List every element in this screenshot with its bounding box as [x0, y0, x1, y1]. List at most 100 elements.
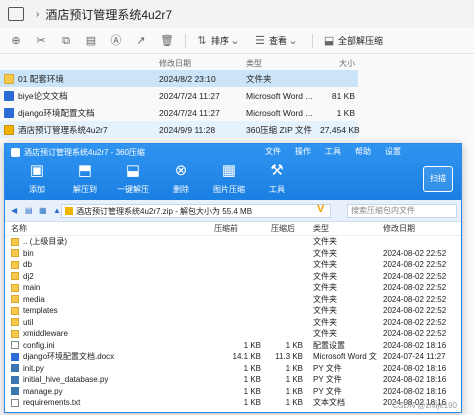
archive-item-original: 1 KB — [285, 363, 303, 373]
scan-button[interactable]: 扫描 — [423, 166, 453, 192]
watermark: CSDN @zhiije190 — [392, 401, 457, 410]
archive-row[interactable]: templates 文件夹 2024-08-02 22:52 — [5, 305, 461, 317]
cut-icon: ✂ — [36, 34, 46, 47]
archive-row[interactable]: media 文件夹 2024-08-02 22:52 — [5, 294, 461, 306]
new-button[interactable]: ⊕ — [10, 35, 25, 47]
archive-row[interactable]: bin 文件夹 2024-08-02 22:52 — [5, 248, 461, 260]
archive-item-type: 文件夹 — [313, 283, 337, 293]
back-arrow-icon[interactable]: ◀ — [11, 206, 19, 215]
column-type[interactable]: 类型 — [242, 58, 320, 69]
archive-row[interactable]: .. (上级目录) 文件夹 — [5, 236, 461, 248]
archive-item-compressed: 1 KB — [243, 340, 261, 350]
zip-archive-window: 酒店预订管理系统4u2r7 - 360压缩 文件 操作 工具 帮助 设置 ▣ 添… — [4, 143, 462, 413]
folder-icon — [11, 306, 19, 315]
archive-row[interactable]: django环境配置文档.docx 14.1 KB 11.3 KB Microsoft… — [5, 351, 461, 363]
file-row[interactable]: 01 配套环境 2024/8/2 23:10 文件夹 — [0, 70, 358, 87]
paste-button[interactable]: ▤ — [85, 35, 100, 47]
tools-button[interactable]: ⚒ 工具 — [253, 162, 301, 195]
up-level-icon[interactable]: ▲ — [53, 206, 61, 215]
add-button[interactable]: ▣ 添加 — [13, 162, 61, 195]
extract-to-button[interactable]: ⬒ 解压到 — [61, 162, 109, 195]
archive-item-type: PY 文件 — [313, 386, 342, 396]
delete-button[interactable]: 🗑 — [160, 35, 175, 47]
archive-row[interactable]: init.py 1 KB 1 KB PY 文件 2024-08-02 18:16 — [5, 363, 461, 375]
menu-file[interactable]: 文件 — [265, 146, 281, 157]
column-original[interactable]: 压缩后 — [265, 223, 307, 234]
file-date: 2024/7/24 11:27 — [159, 90, 220, 101]
archive-item-name: bin — [23, 248, 34, 258]
view-icon: ☰ — [255, 34, 265, 47]
archive-item-original: 1 KB — [285, 386, 303, 396]
archive-item-type: 文件夹 — [313, 260, 337, 270]
cut-button[interactable]: ✂ — [35, 35, 50, 47]
file-size: 27,454 KB — [320, 124, 360, 135]
menu-operation[interactable]: 操作 — [295, 146, 311, 157]
grid-view-icon[interactable]: ▦ — [39, 206, 47, 215]
zip-icon — [65, 207, 73, 215]
folder-icon — [11, 260, 19, 269]
column-date[interactable]: 修改日期 — [377, 223, 461, 234]
archive-item-original: 1 KB — [285, 398, 303, 408]
rename-button[interactable]: Ⓐ — [110, 35, 125, 47]
window-icon[interactable] — [8, 7, 24, 21]
image-compress-button[interactable]: ▦ 图片压缩 — [205, 162, 253, 195]
one-click-extract-button[interactable]: ⬓ 一键解压 — [109, 162, 157, 195]
file-size: 1 KB — [336, 107, 355, 118]
tools-icon: ⚒ — [270, 162, 284, 179]
sort-icon: ⇅ — [197, 34, 207, 47]
archive-row[interactable]: xmiddleware 文件夹 2024-08-02 22:52 — [5, 328, 461, 340]
archive-item-compressed: 1 KB — [243, 398, 261, 408]
archive-item-name: util — [23, 317, 34, 327]
archive-item-date: 2024-08-02 22:52 — [383, 260, 447, 270]
up-folder-icon — [11, 237, 19, 246]
archive-path-field[interactable]: 酒店预订管理系统4u2r7.zip - 解包大小为 55.4 MB — [61, 204, 331, 218]
share-button[interactable]: ↗ — [135, 35, 150, 47]
column-size[interactable]: 大小 — [320, 58, 358, 69]
list-view-icon[interactable]: ▤ — [25, 206, 33, 215]
file-icon — [11, 398, 19, 407]
archive-row[interactable]: dj2 文件夹 2024-08-02 22:52 — [5, 271, 461, 283]
extract-all-button[interactable]: ⬓ 全部解压缩 — [323, 34, 383, 47]
paste-icon: ▤ — [85, 34, 97, 47]
archive-row[interactable]: main 文件夹 2024-08-02 22:52 — [5, 282, 461, 294]
archive-row[interactable]: db 文件夹 2024-08-02 22:52 — [5, 259, 461, 271]
dropdown-v-icon[interactable]: V — [317, 203, 324, 215]
file-name: 酒店预订管理系统4u2r7 — [18, 124, 108, 135]
zip-title: 酒店预订管理系统4u2r7 - 360压缩 — [24, 147, 145, 157]
delete-button[interactable]: ⊗ 删除 — [157, 162, 205, 195]
archive-item-name: db — [23, 260, 32, 270]
chevron-down-icon: ⌄ — [230, 34, 240, 47]
folder-icon — [11, 249, 19, 258]
archive-search-input[interactable]: 搜索压缩包内文件 — [347, 204, 457, 218]
menu-settings[interactable]: 设置 — [385, 146, 401, 157]
file-type: 360压缩 ZIP 文件 — [246, 124, 312, 135]
column-type[interactable]: 类型 — [307, 223, 377, 234]
file-date: 2024/7/24 11:27 — [159, 107, 220, 118]
folder-icon — [11, 329, 19, 338]
view-button[interactable]: ☰ 查看 ⌄ — [254, 34, 302, 47]
archive-item-name: dj2 — [23, 271, 34, 281]
column-name[interactable]: 名称 — [5, 223, 208, 234]
archive-row[interactable]: manage.py 1 KB 1 KB PY 文件 2024-08-02 18:16 — [5, 386, 461, 398]
archive-item-date: 2024-08-02 22:52 — [383, 317, 447, 327]
file-size: 81 KB — [331, 90, 355, 101]
file-row[interactable]: django环境配置文档 2024/7/24 11:27 Microsoft W… — [0, 104, 358, 121]
file-row[interactable]: biye论文文档 2024/7/24 11:27 Microsoft Word … — [0, 87, 358, 104]
word-icon — [4, 107, 14, 118]
archive-item-type: 文件夹 — [313, 237, 337, 247]
file-row[interactable]: 酒店预订管理系统4u2r7 2024/9/9 11:28 360压缩 ZIP 文… — [0, 121, 360, 138]
python-icon — [11, 387, 19, 396]
column-compressed[interactable]: 压缩前 — [208, 223, 265, 234]
sort-button[interactable]: ⇅ 排序 ⌄ — [196, 34, 244, 47]
archive-row[interactable]: config.ini 1 KB 1 KB 配置设置 2024-08-02 18:16 — [5, 340, 461, 352]
menu-tools[interactable]: 工具 — [325, 146, 341, 157]
menu-help[interactable]: 帮助 — [355, 146, 371, 157]
column-date[interactable]: 修改日期 — [155, 58, 242, 69]
archive-row[interactable]: util 文件夹 2024-08-02 22:52 — [5, 317, 461, 329]
one-click-extract-label: 一键解压 — [117, 185, 149, 194]
folder-icon — [4, 73, 14, 84]
copy-button[interactable]: ⧉ — [60, 35, 75, 47]
archive-row[interactable]: initial_hive_database.py 1 KB 1 KB PY 文件 202… — [5, 374, 461, 386]
archive-item-name: media — [23, 294, 45, 304]
extract-all-label: 全部解压缩 — [338, 36, 384, 46]
